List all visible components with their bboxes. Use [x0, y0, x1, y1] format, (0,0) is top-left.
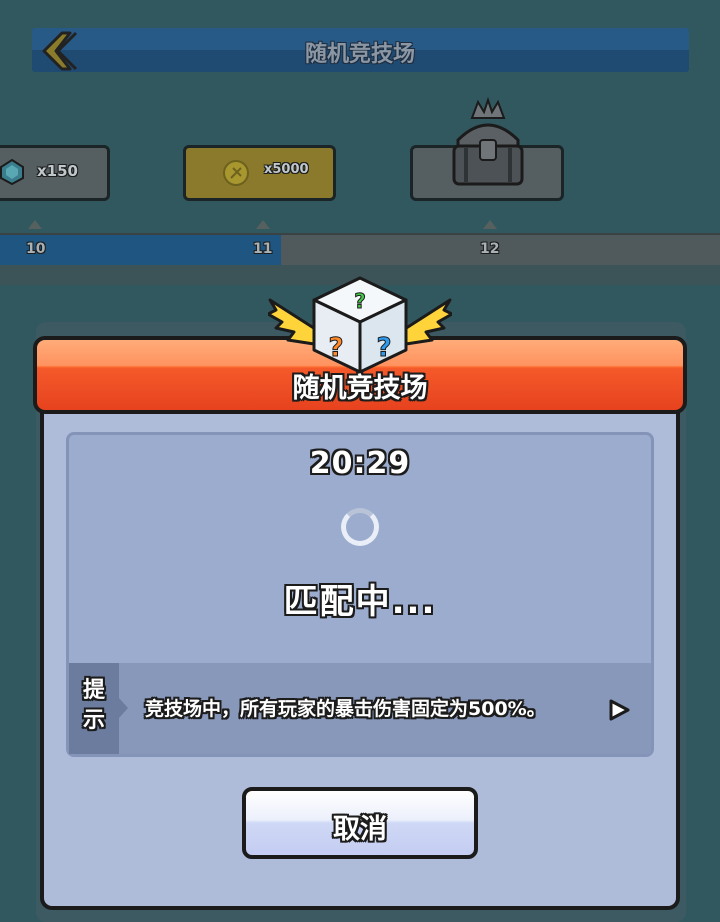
track-label-12: 12 — [480, 241, 500, 257]
svg-text:?: ? — [376, 333, 391, 363]
screen-title: 随机竞技场 — [304, 42, 415, 67]
tip-text: 竞技场中，所有玩家的暴击伤害固定为500%。 — [145, 698, 546, 720]
dialog-title: 随机竞技场 — [292, 373, 428, 404]
loading-spinner-icon — [341, 508, 379, 546]
reward-coins-label: x5000 — [264, 162, 309, 177]
cancel-button[interactable]: 取消 — [242, 787, 478, 859]
match-timer: 20:29 — [309, 446, 411, 481]
tip-label: 提 示 — [82, 678, 105, 733]
gem-icon — [0, 158, 24, 186]
reward-card-coins[interactable]: x5000 — [183, 145, 336, 201]
svg-text:?: ? — [328, 333, 343, 363]
progress-track: 10 11 12 — [0, 233, 720, 267]
track-label-10: 10 — [26, 241, 46, 257]
coin-icon — [223, 160, 249, 186]
mystery-cube-emblem-icon: ? ? ? — [268, 276, 452, 374]
svg-text:?: ? — [354, 289, 366, 313]
next-tip-play-icon[interactable] — [606, 698, 632, 722]
reward-gems-label: x150 — [37, 162, 78, 180]
cancel-button-label: 取消 — [333, 814, 387, 845]
track-label-11: 11 — [253, 241, 273, 257]
crowned-chest-icon — [452, 96, 524, 186]
reward-card-gems[interactable]: x150 — [0, 145, 110, 201]
matching-status: 匹配中... — [283, 582, 437, 622]
